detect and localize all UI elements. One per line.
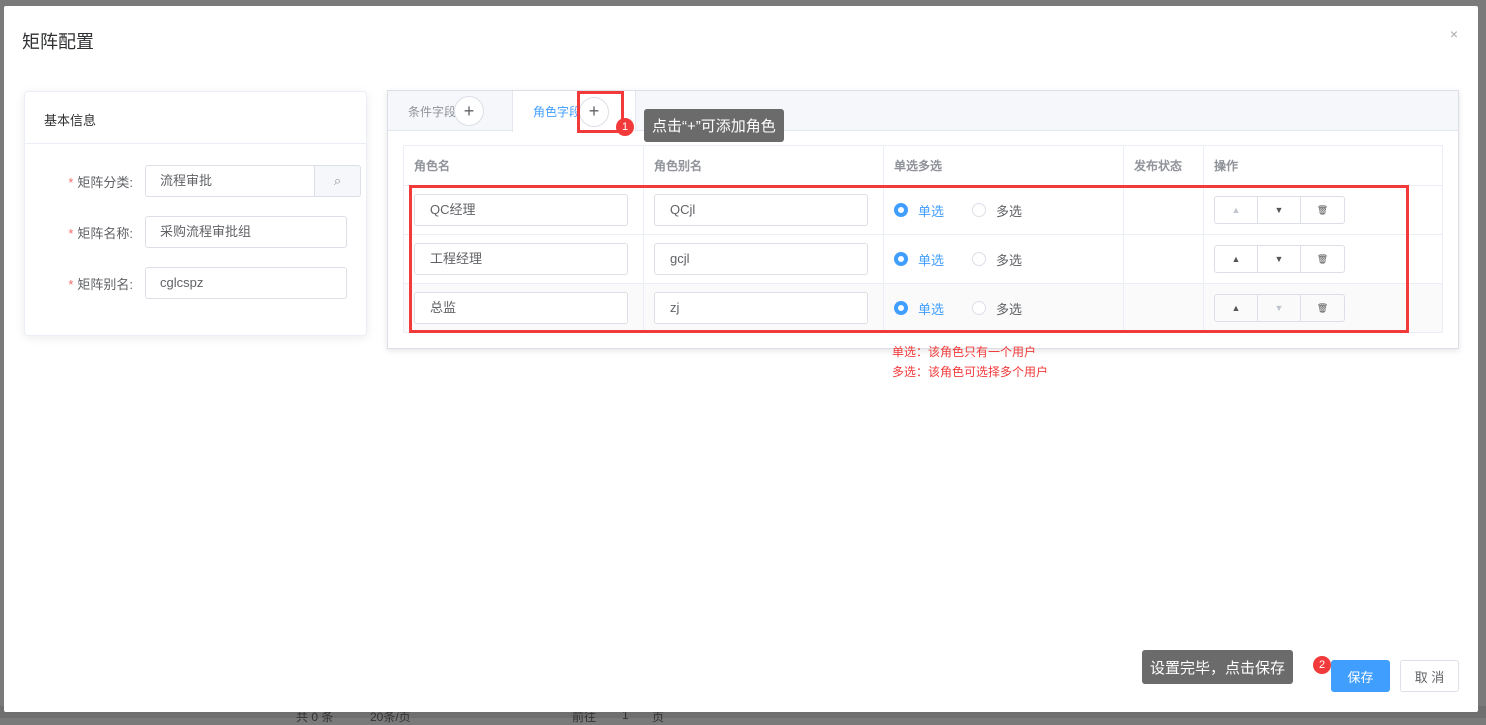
col-role-name: 角色名 bbox=[403, 145, 644, 186]
dialog-title: 矩阵配置 bbox=[22, 32, 94, 52]
close-icon[interactable]: × bbox=[1450, 26, 1458, 42]
category-input[interactable]: 流程审批 bbox=[145, 165, 315, 197]
basic-info-card: 基本信息 * 矩阵分类: 流程审批 ⌕ * 矩阵名称: 采购流程审批组 * 矩阵别名:… bbox=[24, 91, 367, 336]
annotation-badge-2: 2 bbox=[1313, 656, 1331, 674]
annotation-badge-1: 1 bbox=[616, 118, 634, 136]
save-button[interactable]: 保存 bbox=[1331, 660, 1390, 692]
cancel-button[interactable]: 取 消 bbox=[1400, 660, 1459, 692]
note-multi: 多选：该角色可选择多个用户 bbox=[892, 365, 1049, 379]
note-single: 单选：该角色只有一个用户 bbox=[892, 345, 1037, 359]
basic-info-header: 基本信息 bbox=[25, 92, 366, 144]
tab-condition-fields[interactable]: 条件字段 + bbox=[388, 91, 512, 131]
annotation-tip-1: 点击“+”可添加角色 bbox=[644, 109, 784, 142]
col-publish-status: 发布状态 bbox=[1123, 145, 1204, 186]
col-role-alias: 角色别名 bbox=[643, 145, 884, 186]
name-input[interactable]: 采购流程审批组 bbox=[145, 216, 347, 248]
name-label: 矩阵名称: bbox=[77, 225, 133, 241]
alias-input[interactable]: cglcspz bbox=[145, 267, 347, 299]
annotation-highlight-rows bbox=[409, 185, 1409, 333]
alias-label: 矩阵别名: bbox=[77, 276, 133, 292]
matrix-config-dialog: 矩阵配置 × 基本信息 * 矩阵分类: 流程审批 ⌕ * 矩阵名称: 采购流程审批组… bbox=[4, 6, 1478, 712]
annotation-tip-2: 设置完毕，点击保存 bbox=[1142, 650, 1294, 684]
col-actions: 操作 bbox=[1203, 145, 1443, 186]
category-label: 矩阵分类: bbox=[77, 174, 133, 190]
tabs: 条件字段 + 角色字段 + bbox=[388, 91, 1458, 132]
add-condition-button[interactable]: + bbox=[454, 96, 485, 126]
search-icon[interactable]: ⌕ bbox=[315, 165, 361, 197]
col-select-mode: 单选多选 bbox=[883, 145, 1124, 186]
